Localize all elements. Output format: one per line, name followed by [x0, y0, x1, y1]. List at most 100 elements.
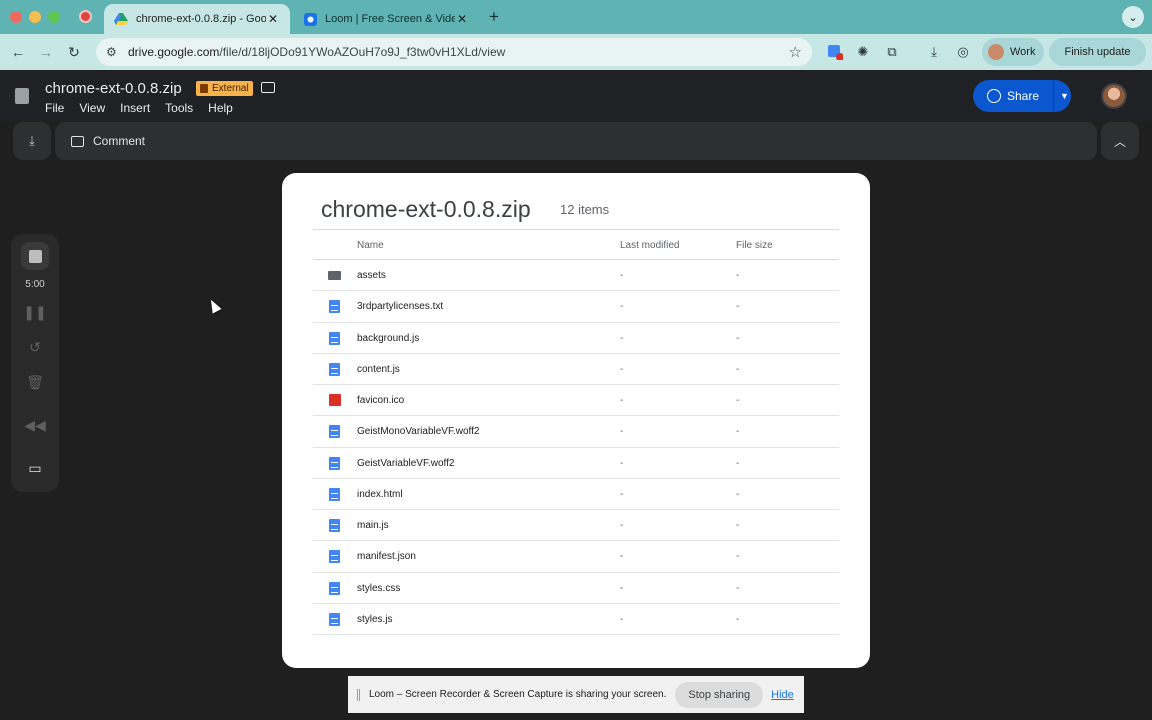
- extensions-puzzle-icon[interactable]: ⧉: [883, 43, 901, 61]
- table-row[interactable]: GeistVariableVF.woff2 - -: [313, 448, 839, 479]
- close-tab-icon[interactable]: ✕: [266, 12, 280, 26]
- restart-icon[interactable]: ↺: [11, 339, 59, 356]
- tab-google-drive[interactable]: chrome-ext-0.0.8.zip - Goog ✕: [104, 4, 290, 34]
- file-size: -: [736, 520, 740, 531]
- loom-extension-icon[interactable]: ✺: [854, 43, 872, 61]
- doc-icon: [329, 300, 340, 314]
- file-name: styles.js: [357, 613, 393, 625]
- doc-icon: [329, 425, 340, 439]
- doc-icon: [329, 331, 340, 345]
- table-row[interactable]: manifest.json - -: [313, 541, 839, 573]
- sharing-message: Loom – Screen Recorder & Screen Capture …: [369, 689, 667, 700]
- recording-indicator-icon: [79, 10, 92, 23]
- camera-icon[interactable]: ▭: [11, 460, 59, 477]
- doc-icon: [329, 456, 340, 470]
- finish-update-button[interactable]: Finish update: [1049, 38, 1146, 66]
- stop-sharing-button[interactable]: Stop sharing: [675, 681, 764, 708]
- menu-view[interactable]: View: [79, 101, 105, 115]
- comment-button[interactable]: Comment: [55, 122, 1097, 160]
- add-comment-icon: [71, 135, 84, 147]
- reload-icon[interactable]: ↻: [64, 42, 84, 62]
- back-arrow-icon[interactable]: ←: [8, 42, 28, 62]
- performance-icon[interactable]: ◎: [954, 43, 972, 61]
- chevron-up-icon: ︿: [1113, 134, 1126, 149]
- url-text: drive.google.com/file/d/18ljODo91YWoAZOu…: [128, 45, 506, 59]
- stop-recording-button[interactable]: [21, 242, 49, 270]
- share-dropdown-icon[interactable]: ▼: [1060, 91, 1069, 101]
- recording-timer: 5:00: [25, 279, 45, 290]
- google-drive-icon: [114, 12, 128, 26]
- share-label: Share: [1007, 89, 1040, 103]
- forward-arrow-icon[interactable]: →: [36, 42, 56, 62]
- site-info-icon[interactable]: ⚙: [106, 45, 126, 59]
- doc-icon: [329, 362, 340, 376]
- table-row[interactable]: favicon.ico - -: [313, 385, 839, 417]
- column-name: Name: [357, 240, 384, 251]
- profile-button[interactable]: Work: [982, 38, 1044, 66]
- file-name: main.js: [357, 520, 389, 531]
- rewind-icon[interactable]: ◀◀: [11, 417, 59, 434]
- menu-file[interactable]: File: [45, 101, 64, 115]
- file-size: -: [736, 551, 740, 563]
- close-window-button[interactable]: [10, 11, 22, 23]
- item-count: 12 items: [560, 202, 610, 217]
- bookmark-star-icon[interactable]: ☆: [789, 43, 802, 61]
- file-name: index.html: [357, 488, 403, 500]
- mouse-cursor-icon: [206, 297, 222, 314]
- account-avatar[interactable]: [1101, 83, 1127, 109]
- address-bar[interactable]: ⚙ drive.google.com/file/d/18ljODo91YWoAZ…: [96, 38, 812, 66]
- file-name: background.js: [357, 332, 420, 344]
- share-button[interactable]: Share ▼: [973, 80, 1071, 112]
- new-tab-icon[interactable]: +: [489, 7, 499, 27]
- table-row[interactable]: content.js - -: [313, 354, 839, 385]
- file-size: -: [736, 457, 740, 469]
- folder-icon: [328, 271, 341, 280]
- maximize-window-button[interactable]: [48, 11, 60, 23]
- doc-icon: [329, 487, 340, 501]
- menu-tools[interactable]: Tools: [165, 101, 193, 115]
- menu-insert[interactable]: Insert: [120, 101, 150, 115]
- table-row[interactable]: 3rdpartylicenses.txt - -: [313, 291, 839, 323]
- file-name: 3rdpartylicenses.txt: [357, 301, 444, 313]
- loom-icon: [303, 12, 317, 26]
- table-row[interactable]: styles.css - -: [313, 573, 839, 604]
- file-size: -: [736, 426, 740, 438]
- move-to-folder-icon[interactable]: [261, 82, 275, 93]
- file-modified: -: [620, 582, 624, 594]
- table-row[interactable]: index.html - -: [313, 479, 839, 510]
- tab-loom[interactable]: Loom | Free Screen & Video R ✕: [293, 4, 479, 34]
- file-size: -: [736, 363, 740, 375]
- table-row[interactable]: assets - -: [313, 260, 839, 292]
- table-row[interactable]: background.js - -: [313, 323, 839, 354]
- close-tab-icon[interactable]: ✕: [455, 12, 469, 26]
- drag-handle-icon[interactable]: [357, 688, 360, 701]
- table-row[interactable]: GeistMonoVariableVF.woff2 - -: [313, 416, 839, 448]
- file-name: GeistVariableVF.woff2: [357, 457, 455, 469]
- file-modified: -: [620, 426, 624, 438]
- extension-icon[interactable]: [826, 43, 844, 61]
- minimize-window-button[interactable]: [29, 11, 41, 23]
- hide-link[interactable]: Hide: [771, 689, 794, 701]
- screen-sharing-banner: Loom – Screen Recorder & Screen Capture …: [348, 676, 804, 713]
- table-row[interactable]: main.js - -: [313, 510, 839, 542]
- file-modified: -: [620, 270, 624, 281]
- file-size: -: [736, 582, 740, 594]
- doc-icon: [329, 550, 340, 564]
- profile-label: Work: [1010, 46, 1036, 58]
- zip-preview-card: chrome-ext-0.0.8.zip 12 items Name Last …: [282, 173, 870, 668]
- downloads-icon[interactable]: ⤓: [925, 43, 943, 61]
- doc-icon: [329, 519, 340, 532]
- doc-icon: [329, 612, 340, 626]
- collapse-toolbar-button[interactable]: ︿: [1101, 122, 1139, 160]
- table-row[interactable]: styles.js - -: [313, 604, 839, 635]
- menu-help[interactable]: Help: [208, 101, 233, 115]
- download-button[interactable]: ⤓: [13, 122, 51, 160]
- file-size: -: [736, 332, 740, 344]
- trash-icon[interactable]: 🗑: [11, 374, 59, 391]
- file-modified: -: [620, 613, 624, 625]
- browser-tab-strip: chrome-ext-0.0.8.zip - Goog ✕ Loom | Fre…: [0, 0, 1152, 34]
- table-body: assets - -3rdpartylicenses.txt - - background…: [313, 260, 839, 635]
- pause-icon[interactable]: ❚❚: [11, 304, 59, 321]
- tab-search-chevron-icon[interactable]: ⌄: [1122, 6, 1144, 28]
- viewer-header: chrome-ext-0.0.8.zip External File View …: [0, 70, 1152, 122]
